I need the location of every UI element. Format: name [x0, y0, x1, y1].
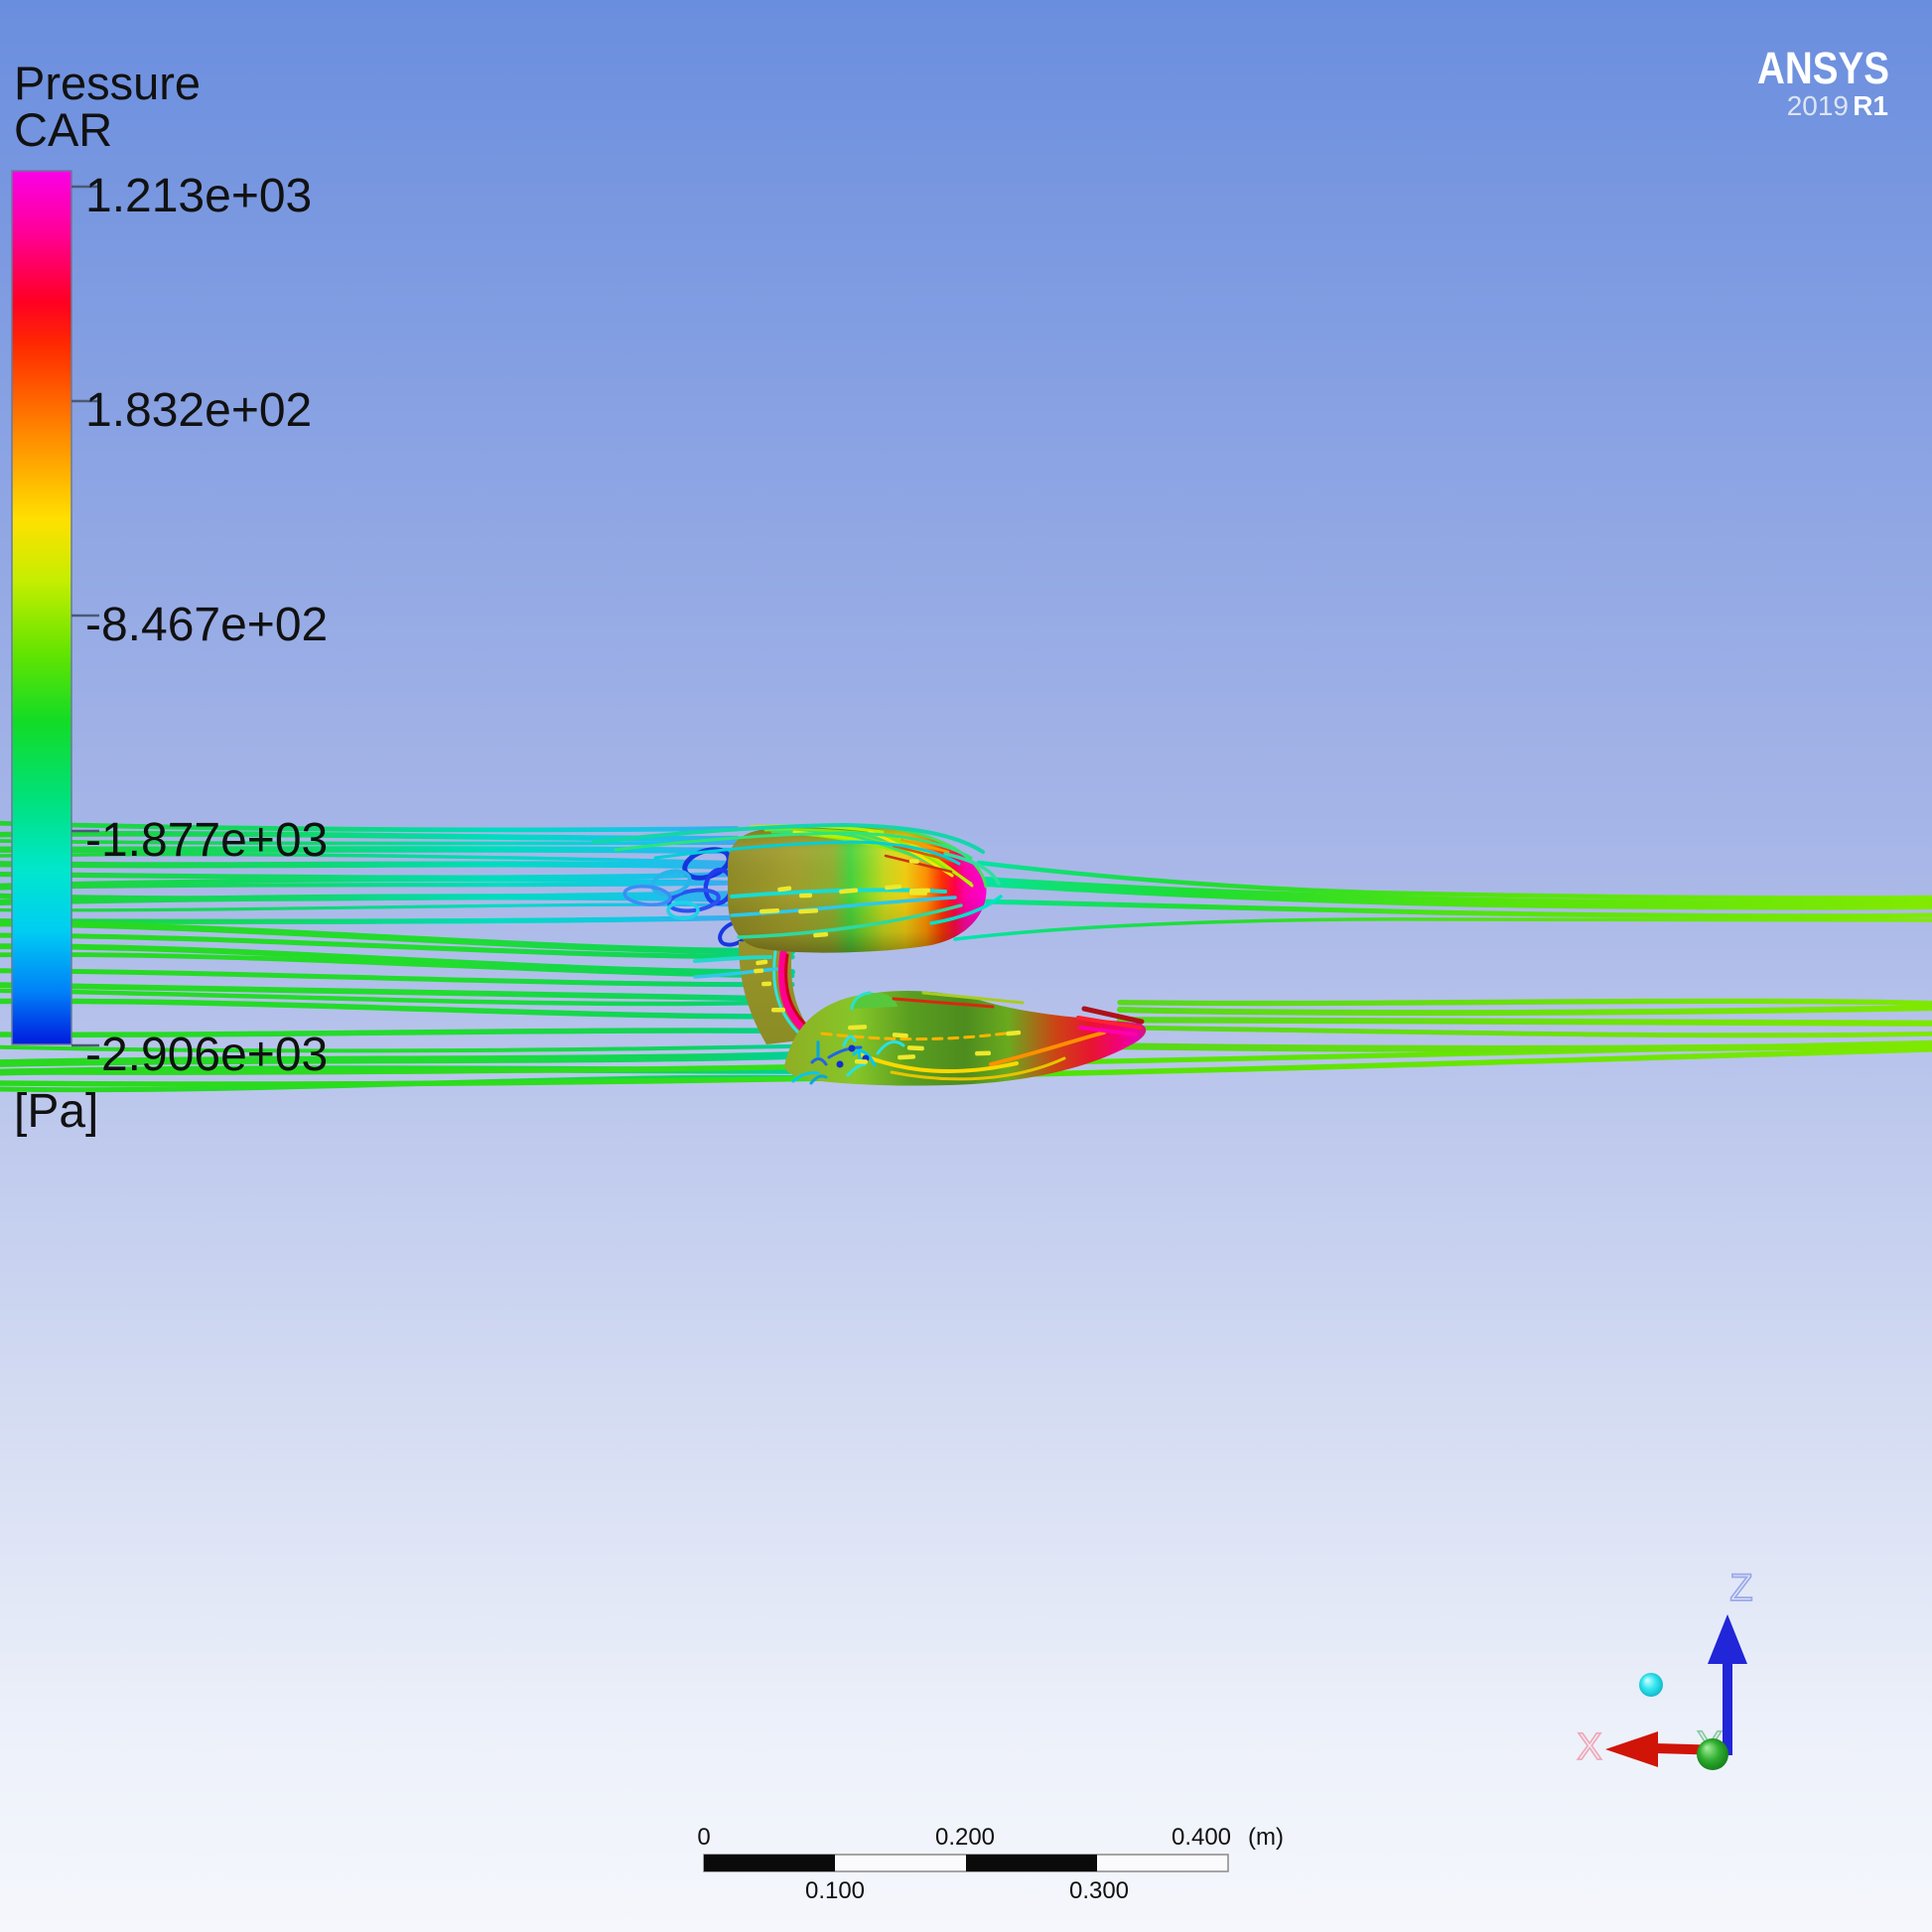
iso-view-sphere[interactable]	[1639, 1673, 1663, 1697]
brand-version: 2019	[1787, 90, 1849, 121]
legend-label: 1.213e+03	[85, 170, 312, 222]
ruler-label: 0.300	[1069, 1877, 1129, 1904]
ansys-viewport: Pressure CAR 1.213e+03 1.832e+02 -8.467e…	[0, 0, 1932, 1932]
legend-label: -8.467e+02	[85, 599, 328, 651]
brand-release: R1	[1853, 90, 1888, 121]
ruler-unit: (m)	[1248, 1824, 1284, 1851]
y-axis-sphere	[1697, 1738, 1728, 1770]
legend-label: 1.832e+02	[85, 384, 312, 437]
legend-colorbar	[12, 171, 71, 1044]
legend-label: -2.906e+03	[85, 1029, 328, 1081]
legend-subtitle: CAR	[14, 103, 112, 156]
brand-text: ANSYS	[1757, 43, 1889, 93]
legend-title: Pressure	[14, 57, 201, 109]
ruler-label: 0.200	[935, 1824, 995, 1851]
triad-x-label: X	[1577, 1726, 1601, 1768]
render-view-3d[interactable]: Pressure CAR 1.213e+03 1.832e+02 -8.467e…	[0, 0, 1932, 1932]
legend-unit: [Pa]	[14, 1085, 98, 1138]
legend-label: -1.877e+03	[85, 814, 328, 867]
viewport-background	[0, 0, 1932, 1932]
ruler-label: 0.100	[805, 1877, 865, 1904]
ruler-segment-black	[704, 1855, 835, 1871]
ruler-label: 0.400	[1172, 1824, 1231, 1851]
ruler-label: 0	[697, 1824, 710, 1851]
triad-z-label: Z	[1729, 1568, 1752, 1609]
ruler-segment-black	[966, 1855, 1097, 1871]
